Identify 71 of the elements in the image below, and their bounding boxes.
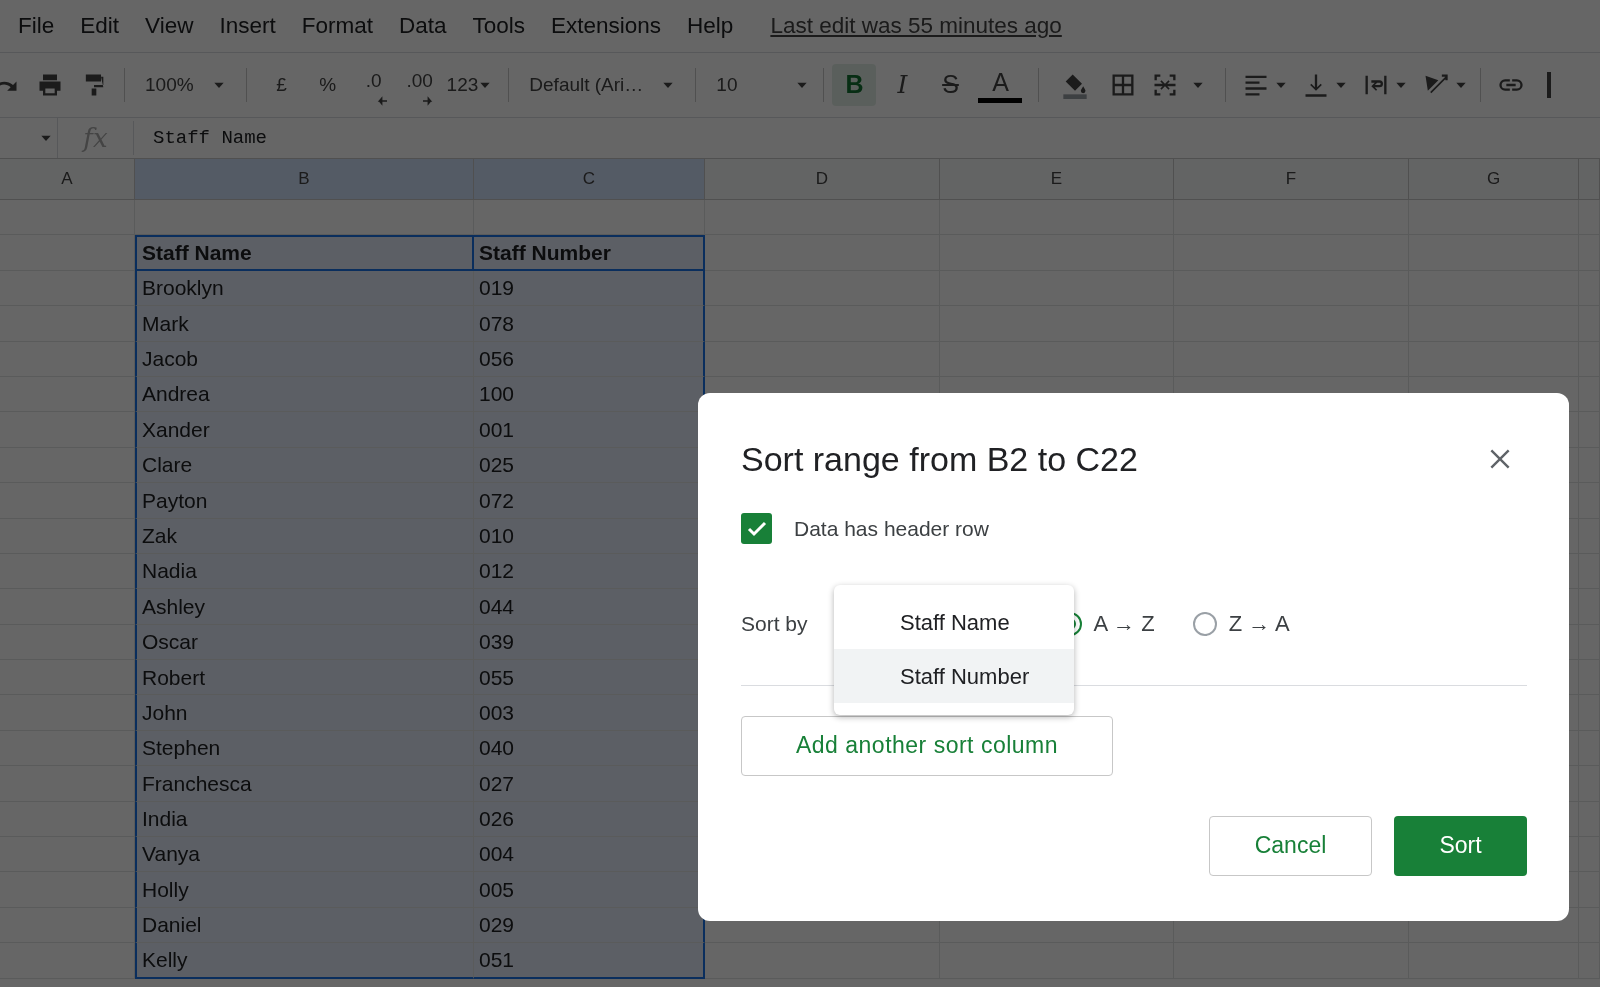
menu-option[interactable]: Staff Name <box>834 595 1074 649</box>
italic-button[interactable]: I <box>880 64 925 106</box>
table-cell: 051 <box>474 943 705 979</box>
table-cell: Robert <box>135 660 474 696</box>
column-header[interactable]: E <box>940 159 1174 200</box>
menu-item[interactable]: Extensions <box>538 9 675 43</box>
table-cell: Mark <box>135 306 474 342</box>
strikethrough-button[interactable]: S <box>928 64 973 106</box>
menu-item[interactable]: Tools <box>459 9 539 43</box>
radio-label: Z → A <box>1228 610 1290 638</box>
font-size-dropdown[interactable]: 10 <box>708 64 818 106</box>
table-cell: Kelly <box>135 943 474 979</box>
number-format-dropdown[interactable]: 123 <box>442 64 497 106</box>
table-cell: Daniel <box>135 907 474 944</box>
last-edit-link[interactable]: Last edit was 55 minutes ago <box>770 9 1062 43</box>
font-dropdown[interactable]: Default (Ari… <box>521 64 684 106</box>
column-header[interactable]: D <box>705 159 940 200</box>
menu-item[interactable]: Help <box>674 9 747 43</box>
menu-option[interactable]: Staff Number <box>834 649 1074 703</box>
table-cell: Holly <box>135 872 474 908</box>
bold-button[interactable]: B <box>832 64 877 106</box>
checkbox[interactable] <box>741 513 772 545</box>
table-cell: Franchesca <box>135 766 474 802</box>
column-heading-cell: Staff Number <box>474 235 705 271</box>
decrease-decimals-button[interactable]: .0 <box>355 64 392 106</box>
table-cell: John <box>135 695 474 731</box>
menu-item[interactable]: Data <box>385 9 460 43</box>
radio-button[interactable] <box>1192 611 1217 636</box>
table-cell: Xander <box>135 412 474 448</box>
radio-label: A → Z <box>1093 610 1155 638</box>
table-cell: Brooklyn <box>135 270 474 307</box>
increase-decimals-button[interactable]: .00 <box>401 64 438 106</box>
column-header[interactable]: C <box>474 159 705 200</box>
percent-button[interactable]: % <box>309 64 346 106</box>
currency-button[interactable]: £ <box>263 64 300 106</box>
toolbar-icon[interactable] <box>1547 72 1552 98</box>
table-cell: 029 <box>474 907 705 944</box>
menu-item[interactable]: File <box>5 9 68 43</box>
text-color-button[interactable]: A <box>978 67 1023 103</box>
table-cell: Jacob <box>135 341 474 377</box>
table-cell: 100 <box>474 376 705 413</box>
add-sort-column-button[interactable]: Add another sort column <box>741 715 1113 776</box>
menu-item[interactable]: Insert <box>206 9 289 43</box>
table-cell: 078 <box>474 306 705 342</box>
checkbox-label: Data has header row <box>794 516 989 542</box>
table-cell: 019 <box>474 270 705 307</box>
table-cell: Payton <box>135 483 474 519</box>
table-cell: Ashley <box>135 589 474 625</box>
table-cell: India <box>135 801 474 838</box>
cancel-button[interactable]: Cancel <box>1209 815 1372 876</box>
menu-item[interactable]: Edit <box>67 9 133 43</box>
column-header[interactable]: G <box>1409 159 1579 200</box>
zoom-dropdown[interactable]: 100% <box>137 64 234 106</box>
table-cell: Oscar <box>135 624 474 661</box>
column-header[interactable]: F <box>1174 159 1409 200</box>
table-cell: Zak <box>135 518 474 554</box>
menu-item[interactable]: View <box>132 9 207 43</box>
table-cell: Clare <box>135 447 474 484</box>
column-header[interactable]: B <box>135 159 474 200</box>
column-header[interactable]: A <box>0 159 135 200</box>
dialog-title: Sort range from B2 to C22 <box>741 439 1138 480</box>
table-cell: Vanya <box>135 837 474 873</box>
table-cell: 056 <box>474 341 705 377</box>
sort-button[interactable]: Sort <box>1394 815 1527 876</box>
column-heading-cell: Staff Name <box>135 235 474 271</box>
table-cell: Stephen <box>135 730 474 767</box>
table-cell: Andrea <box>135 376 474 413</box>
table-cell: Nadia <box>135 553 474 590</box>
menu-item[interactable]: Format <box>288 9 386 43</box>
formula-input[interactable]: Staff Name <box>153 123 268 153</box>
sort-by-label: Sort by <box>741 610 808 637</box>
